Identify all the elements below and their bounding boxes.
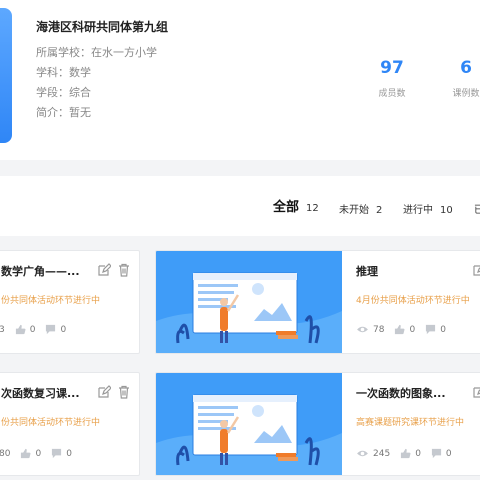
lesson-card-status: 份共同体活动环节进行中: [1, 418, 101, 428]
subject-row: 学科：数学: [36, 64, 91, 80]
lesson-cover-image[interactable]: [156, 373, 342, 475]
edit-icon[interactable]: [97, 385, 111, 399]
intro-label: 简介：: [36, 106, 69, 119]
eye-icon: [357, 450, 368, 457]
delete-icon[interactable]: [117, 385, 131, 399]
comments-metric: 0: [51, 448, 72, 459]
lesson-card-title[interactable]: 数学广角——...: [1, 263, 80, 279]
lesson-card[interactable]: 次函数复习课... 份共同体活动环节进行中 80 0 0: [0, 372, 140, 476]
likes-count: 0: [29, 324, 36, 335]
tab-in-progress-label: 进行中: [403, 205, 433, 216]
likes-count: 0: [35, 448, 42, 459]
presentation-illustration: [156, 251, 342, 353]
school-label: 所属学校：: [36, 46, 91, 59]
views-metric: 80: [0, 449, 10, 459]
school-row: 所属学校：在水一方小学: [36, 44, 157, 60]
thumbs-up-icon: [395, 324, 405, 335]
comment-icon: [46, 324, 56, 335]
subject-value: 数学: [69, 66, 91, 79]
likes-metric: 0: [15, 324, 36, 335]
member-count-label: 成员数: [378, 89, 406, 99]
likes-count: 0: [415, 448, 421, 459]
thumbs-up-icon: [401, 448, 411, 459]
lesson-card-status: 高赛课题研究课环节进行中: [356, 418, 465, 428]
intro-value: 暂无: [69, 106, 91, 119]
lesson-card-metrics: 3 0 0: [0, 324, 76, 335]
edit-icon[interactable]: [472, 385, 480, 399]
tab-all[interactable]: 全部 12: [273, 196, 319, 215]
lesson-card[interactable]: 一次函数的图象... 高赛课题研究课环节进行中 245 0 0: [155, 372, 480, 476]
group-title: 海港区科研共同体第九组: [36, 20, 169, 34]
likes-metric: 0: [400, 448, 421, 459]
comments-count: 0: [440, 324, 446, 335]
lesson-card-metrics: 78 0 0: [356, 324, 456, 335]
tab-not-started[interactable]: 未开始 2: [339, 198, 382, 217]
stage-label: 学段：: [36, 86, 69, 99]
comment-icon: [52, 448, 62, 459]
views-count: 3: [0, 325, 5, 335]
comments-count: 0: [445, 448, 452, 459]
tab-not-started-label: 未开始: [339, 205, 369, 216]
tab-not-started-count: 2: [376, 205, 383, 216]
lesson-card[interactable]: 推理 4月份共同体活动环节进行中 78 0 0: [155, 250, 480, 354]
likes-count: 0: [409, 324, 416, 335]
views-count: 80: [0, 448, 11, 459]
lesson-card-title[interactable]: 一次函数的图象...: [356, 385, 446, 401]
eye-icon: [357, 326, 368, 333]
school-value: 在水一方小学: [91, 46, 157, 59]
lesson-count-label: 课例数: [452, 89, 480, 99]
status-filter-tabs: 全部 12 未开始 2 进行中 10 已: [0, 176, 480, 236]
tab-all-count: 12: [306, 203, 319, 214]
lesson-card[interactable]: 数学广角——... 份共同体活动环节进行中 3 0 0: [0, 250, 140, 354]
views-metric: 3: [0, 325, 5, 335]
lesson-card-title[interactable]: 次函数复习课...: [1, 385, 80, 401]
stage-row: 学段：综合: [36, 84, 91, 100]
presentation-illustration: [156, 373, 342, 475]
lesson-cover-image[interactable]: [156, 251, 342, 353]
lesson-count-stat: 6 课例数: [446, 58, 480, 99]
tab-all-label: 全部: [273, 200, 300, 215]
member-count: 97: [380, 58, 404, 78]
views-count: 245: [373, 448, 391, 459]
lesson-card-metrics: 245 0 0: [356, 448, 462, 459]
thumbs-up-icon: [21, 448, 31, 459]
comment-icon: [426, 324, 436, 335]
tab-in-progress[interactable]: 进行中 10: [403, 198, 453, 217]
group-info-panel: 海港区科研共同体第九组 所属学校：在水一方小学 学科：数学 学段：综合 简介：暂…: [0, 0, 480, 160]
comment-icon: [431, 448, 442, 459]
subject-label: 学科：: [36, 66, 69, 79]
delete-icon[interactable]: [117, 263, 131, 277]
comments-metric: 0: [431, 448, 452, 459]
stage-value: 综合: [69, 86, 91, 99]
comments-metric: 0: [425, 324, 446, 335]
intro-row: 简介：暂无: [36, 104, 91, 120]
tab-finished-label: 已: [474, 205, 480, 216]
edit-icon[interactable]: [472, 263, 480, 277]
group-cover-image: [0, 8, 12, 143]
member-count-stat: 97 成员数: [372, 58, 412, 99]
comments-count: 0: [60, 324, 67, 335]
thumbs-up-icon: [15, 324, 26, 335]
lesson-count: 6: [460, 58, 472, 78]
views-metric: 245: [356, 449, 390, 459]
views-metric: 78: [356, 325, 384, 335]
tab-in-progress-count: 10: [440, 205, 453, 216]
tab-finished[interactable]: 已: [474, 198, 480, 217]
likes-metric: 0: [20, 448, 41, 459]
lesson-card-status: 4月份共同体活动环节进行中: [356, 296, 470, 306]
views-count: 78: [373, 324, 385, 335]
edit-icon[interactable]: [97, 263, 111, 277]
lesson-card-title[interactable]: 推理: [356, 263, 378, 279]
lesson-card-metrics: 80 0 0: [0, 448, 82, 459]
comments-count: 0: [66, 448, 72, 459]
lesson-card-status: 份共同体活动环节进行中: [1, 296, 101, 306]
likes-metric: 0: [394, 324, 415, 335]
comments-metric: 0: [45, 324, 66, 335]
